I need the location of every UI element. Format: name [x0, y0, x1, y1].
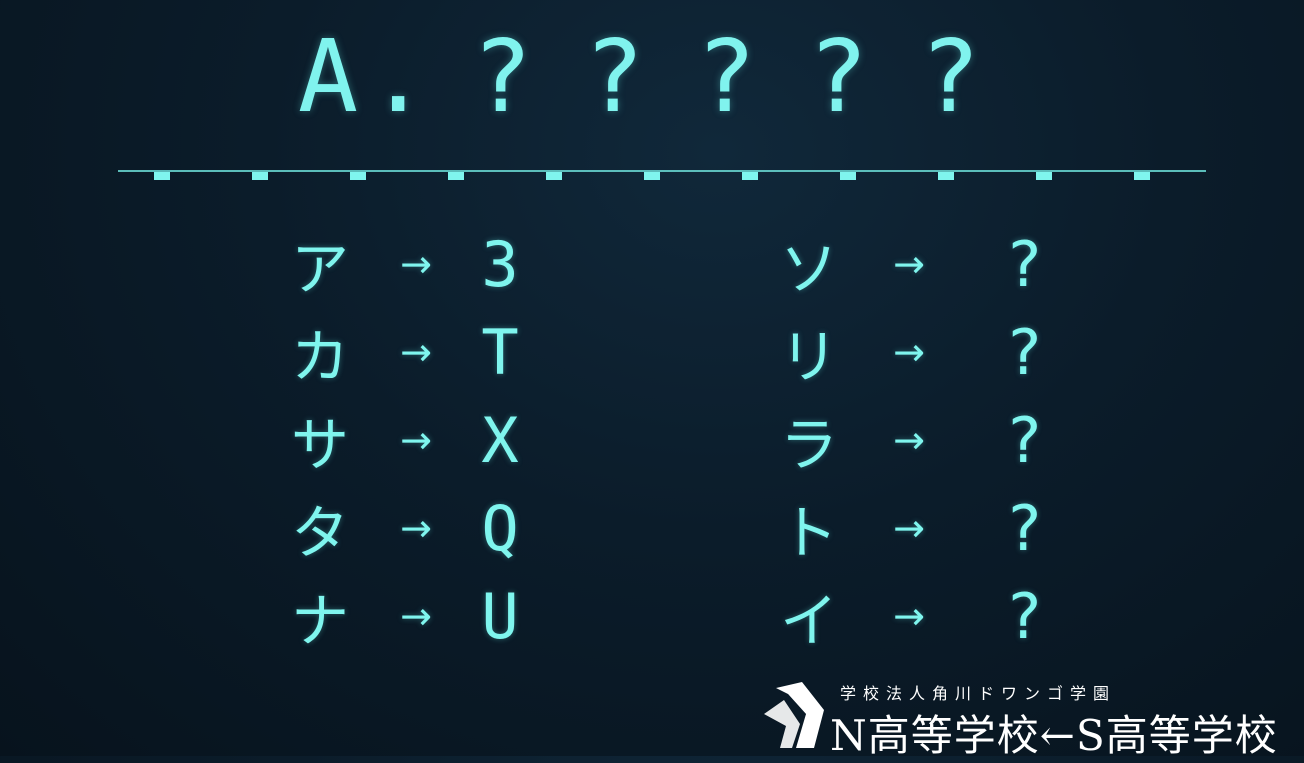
divider-tick [252, 172, 268, 180]
divider-tick [938, 172, 954, 180]
divider-tick [840, 172, 856, 180]
arrow-icon: → [400, 594, 432, 638]
mapping-row: イ → ? [754, 572, 1094, 660]
mapped-value: 3 [481, 227, 519, 301]
arrow-icon: → [893, 506, 925, 550]
mapped-value: U [481, 579, 519, 653]
arrow-icon: → [400, 242, 432, 286]
katakana-key: リ [779, 323, 838, 391]
mapped-value: ? [1005, 403, 1043, 477]
answer-dot: . [368, 18, 429, 135]
answer-blank: ? [696, 18, 757, 135]
known-mapping-list: ア → 3 カ → T サ → X タ → Q ナ → U [268, 220, 540, 660]
arrow-icon: → [400, 506, 432, 550]
unknown-mapping-list: ソ → ? リ → ? ラ → ? ト → ? イ → ? [754, 220, 1094, 660]
arrow-icon: → [400, 418, 432, 462]
divider-tick [742, 172, 758, 180]
answer-blank: ? [920, 18, 981, 135]
mapping-row: ア → 3 [268, 220, 540, 308]
arrow-icon: → [893, 418, 925, 462]
answer-title: A . ? ? ? ? ? [0, 22, 1304, 132]
answer-blank: ? [808, 18, 869, 135]
katakana-key: ナ [290, 587, 349, 655]
arrow-icon: → [400, 330, 432, 374]
mapped-value: X [481, 403, 519, 477]
katakana-key: ソ [779, 235, 838, 303]
arrow-icon: → [893, 594, 925, 638]
katakana-key: サ [290, 411, 349, 479]
answer-blank: ? [472, 18, 533, 135]
mapping-row: サ → X [268, 396, 540, 484]
school-corporation-name: 学校法人角川ドワンゴ学園 [840, 684, 1117, 703]
divider-tick [1036, 172, 1052, 180]
katakana-key: カ [290, 323, 349, 391]
katakana-key: イ [779, 587, 838, 655]
mapped-value: Q [481, 491, 519, 565]
school-branding: 学校法人角川ドワンゴ学園 N高等学校←S高等学校 [760, 676, 1304, 760]
mapping-row: ラ → ? [754, 396, 1094, 484]
mapped-value: ? [1005, 227, 1043, 301]
mapping-row: タ → Q [268, 484, 540, 572]
mapped-value: ? [1005, 315, 1043, 389]
mapping-row: ソ → ? [754, 220, 1094, 308]
mapping-row: リ → ? [754, 308, 1094, 396]
katakana-key: ト [779, 499, 838, 567]
mapping-row: ト → ? [754, 484, 1094, 572]
arrow-icon: → [893, 242, 925, 286]
mapped-value: T [481, 315, 519, 389]
school-logo-icon [764, 682, 824, 748]
katakana-key: タ [290, 499, 349, 567]
divider-tick [350, 172, 366, 180]
school-name: N高等学校←S高等学校 [830, 711, 1278, 760]
answer-blank: ? [584, 18, 645, 135]
divider-tick [1134, 172, 1150, 180]
divider-ticks [118, 170, 1206, 182]
answer-prefix: A [297, 18, 359, 135]
arrow-icon: → [893, 330, 925, 374]
mapping-row: ナ → U [268, 572, 540, 660]
divider-tick [546, 172, 562, 180]
mapped-value: ? [1005, 491, 1043, 565]
divider-tick [644, 172, 660, 180]
katakana-key: ア [290, 235, 349, 303]
katakana-key: ラ [779, 411, 838, 479]
divider-tick [154, 172, 170, 180]
mapped-value: ? [1005, 579, 1043, 653]
divider-tick [448, 172, 464, 180]
mapping-row: カ → T [268, 308, 540, 396]
